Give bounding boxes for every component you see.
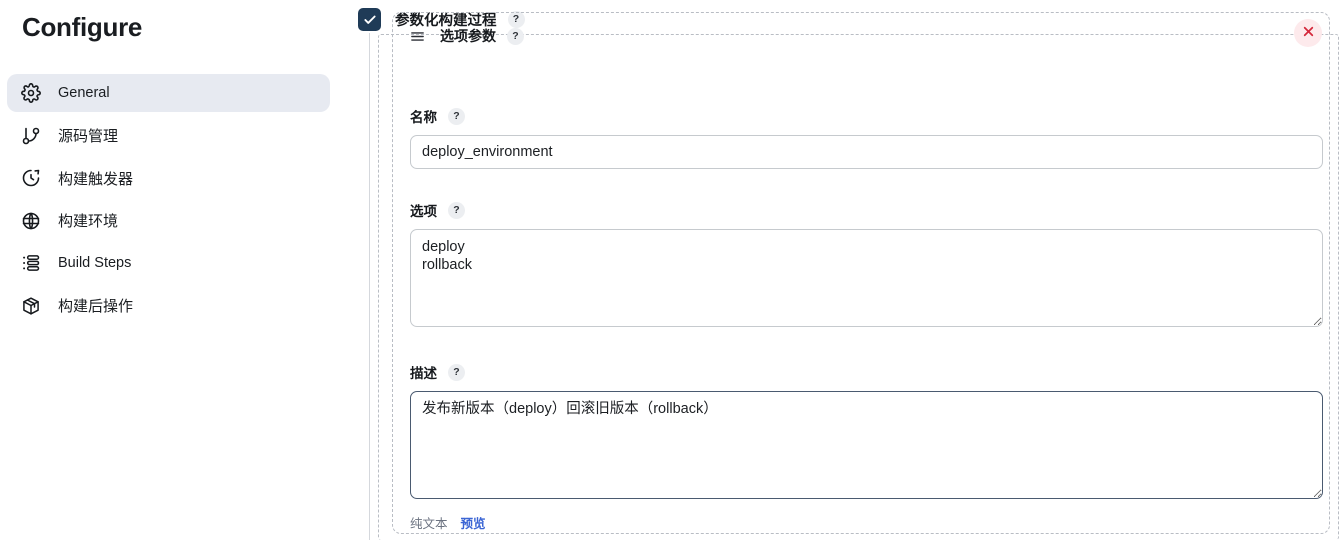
sidebar-item-build-triggers[interactable]: 构建触发器	[7, 159, 330, 197]
parameter-name-input[interactable]	[410, 135, 1323, 169]
hamburger-drag-handle-icon[interactable]	[408, 27, 426, 45]
field-options-help-icon[interactable]: ?	[448, 201, 465, 219]
sidebar-item-label: 构建后操作	[58, 298, 134, 315]
field-description-label: 描述	[410, 366, 437, 381]
sidebar-item-build-environment[interactable]: 构建环境	[7, 202, 330, 240]
remove-parameter-button[interactable]	[1294, 19, 1322, 47]
plain-text-label: 纯文本	[410, 517, 448, 531]
description-footer: 纯文本 预览	[410, 513, 486, 532]
git-branch-icon	[20, 125, 42, 147]
parameterized-build-checkbox[interactable]	[358, 8, 381, 31]
sidebar-nav: General 源码管理 构建触发器 构建环境 Build Steps 构建后操…	[7, 74, 330, 329]
sidebar-item-label: 构建环境	[58, 213, 119, 230]
field-options-label-row: 选项 ?	[410, 200, 1323, 220]
sidebar-item-label: 源码管理	[58, 128, 119, 145]
sidebar-item-general[interactable]: General	[7, 74, 330, 112]
preview-link[interactable]: 预览	[461, 513, 486, 532]
parameter-block-header: 选项参数 ?	[408, 26, 524, 46]
field-name-help-icon[interactable]: ?	[448, 107, 465, 125]
field-description-help-icon[interactable]: ?	[448, 363, 465, 381]
globe-icon	[20, 210, 42, 232]
field-name-label: 名称	[410, 110, 437, 125]
configure-page: Configure General 源码管理 构建触发器 构建环境 Build …	[0, 0, 1343, 540]
clock-timer-icon	[20, 167, 42, 189]
sidebar-item-label: 构建触发器	[58, 170, 134, 188]
sidebar-item-label: General	[58, 85, 110, 101]
page-title: Configure	[22, 12, 143, 42]
sidebar-item-source-code-management[interactable]: 源码管理	[7, 117, 330, 155]
parameter-block: 选项参数 ? 名称 ? deploy_environment 选项 ? depl…	[392, 12, 1330, 534]
gear-icon	[20, 82, 42, 104]
parameter-block-help-icon[interactable]: ?	[507, 27, 524, 45]
parameter-options-textarea[interactable]	[410, 229, 1323, 327]
field-options: 选项 ?	[410, 200, 1323, 327]
field-name-label-row: 名称 ?	[410, 106, 1323, 126]
check-icon	[363, 13, 377, 27]
field-description: 描述 ?	[410, 362, 1323, 499]
list-ordered-icon	[20, 252, 42, 274]
close-x-icon	[1302, 25, 1315, 41]
field-options-label: 选项	[410, 204, 437, 219]
sidebar-item-label: Build Steps	[58, 255, 132, 271]
sidebar-item-post-build-actions[interactable]: 构建后操作	[7, 287, 330, 325]
field-name: 名称 ?	[410, 106, 1323, 169]
field-description-label-row: 描述 ?	[410, 362, 1323, 382]
sidebar-item-build-steps[interactable]: Build Steps	[7, 244, 330, 282]
sidebar: Configure General 源码管理 构建触发器 构建环境 Build …	[0, 0, 369, 540]
main-content: 参数化构建过程 ? 选项参数 ? 名称 ? deploy_environment…	[358, 0, 1343, 540]
parameter-description-textarea[interactable]	[410, 391, 1323, 499]
package-box-icon	[20, 295, 42, 317]
parameter-block-title: 选项参数	[440, 28, 496, 44]
